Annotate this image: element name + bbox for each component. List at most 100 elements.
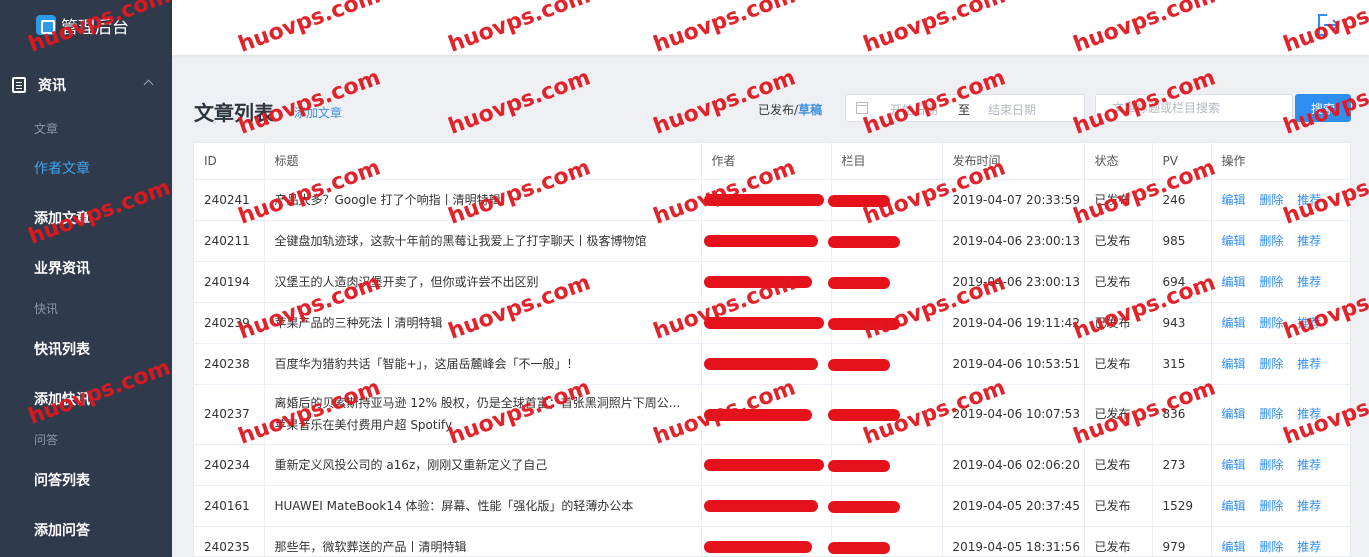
cell-publish-time: 2019-04-07 20:33:59 (942, 179, 1085, 221)
date-range-picker[interactable]: 开始日期 至 结束日期 (845, 94, 1085, 122)
cell-publish-time: 2019-04-06 10:07:53 (942, 384, 1085, 445)
delete-button[interactable]: 删除 (1259, 458, 1283, 472)
header-title: 标题 (264, 143, 702, 180)
sidebar-item-flash-list[interactable]: 快讯列表 (34, 339, 90, 359)
brand-logo[interactable]: 管理后台 (36, 12, 129, 38)
recommend-button[interactable]: 推荐 (1297, 357, 1321, 371)
recommend-button[interactable]: 推荐 (1297, 234, 1321, 248)
cell-id: 240211 (194, 220, 265, 262)
cell-column-redacted (827, 526, 943, 556)
header-column: 栏目 (831, 143, 943, 180)
cell-status: 已发布 (1084, 302, 1153, 344)
cell-title[interactable]: 重新定义风投公司的 a16z，刚刚又重新定义了自己 (264, 444, 702, 486)
delete-button[interactable]: 删除 (1259, 234, 1283, 248)
cell-status: 已发布 (1084, 526, 1153, 556)
table-row[interactable]: 240235 那些年，微软葬送的产品丨清明特辑 2019-04-05 18:31… (194, 526, 1350, 556)
recommend-button[interactable]: 推荐 (1297, 275, 1321, 289)
cell-author-redacted (701, 302, 832, 344)
recommend-button[interactable]: 推荐 (1297, 193, 1321, 207)
sidebar-item-add-article[interactable]: 添加文章 (34, 208, 90, 228)
table-row[interactable]: 240237 离婚后的贝索斯持亚马逊 12% 股权，仍是全球首富；首张黑洞照片下… (194, 384, 1350, 445)
cell-pv: 985 (1152, 220, 1212, 262)
cell-column-redacted (827, 220, 943, 262)
nav-section-articles: 文章 (34, 122, 59, 136)
date-end-placeholder[interactable]: 结束日期 (988, 101, 1036, 118)
filter-published[interactable]: 已发布 (758, 103, 794, 117)
cell-title[interactable]: 苹果产品的三种死法丨清明特辑 (264, 302, 702, 344)
edit-button[interactable]: 编辑 (1222, 234, 1246, 248)
table-row[interactable]: 240239 苹果产品的三种死法丨清明特辑 2019-04-06 19:11:4… (194, 302, 1350, 344)
filter-draft[interactable]: 草稿 (798, 103, 822, 117)
cell-author-redacted (701, 444, 832, 486)
recommend-button[interactable]: 推荐 (1297, 458, 1321, 472)
cell-id: 240238 (194, 343, 265, 385)
recommend-button[interactable]: 推荐 (1297, 540, 1321, 554)
cell-publish-time: 2019-04-06 23:00:13 (942, 261, 1085, 303)
cell-pv: 1529 (1152, 485, 1212, 527)
cell-status: 已发布 (1084, 179, 1153, 221)
delete-button[interactable]: 删除 (1259, 275, 1283, 289)
sidebar-item-author-articles[interactable]: 作者文章 (34, 158, 90, 178)
recommend-button[interactable]: 推荐 (1297, 499, 1321, 513)
edit-button[interactable]: 编辑 (1222, 499, 1246, 513)
cell-title[interactable]: 产品太多？Google 打了个响指丨清明特辑 (264, 179, 702, 221)
cell-title[interactable]: 百度华为猎豹共话「智能+」，这届岳麓峰会「不一般」！ (264, 343, 702, 385)
cell-author-redacted (701, 526, 832, 556)
search-input[interactable] (1095, 94, 1293, 122)
cell-column-redacted (827, 179, 943, 221)
nav-group-news[interactable]: 资讯 (12, 74, 160, 96)
cell-title[interactable]: 离婚后的贝索斯持亚马逊 12% 股权，仍是全球首富；首张黑洞照片下周公... 苹… (264, 384, 702, 445)
sidebar-item-qa-list[interactable]: 问答列表 (34, 470, 90, 490)
delete-button[interactable]: 删除 (1259, 193, 1283, 207)
header-actions: 操作 (1211, 143, 1350, 180)
edit-button[interactable]: 编辑 (1222, 193, 1246, 207)
delete-button[interactable]: 删除 (1259, 540, 1283, 554)
cell-actions: 编辑 删除 推荐 (1211, 220, 1350, 262)
redaction-mark (703, 357, 818, 370)
cell-id: 240234 (194, 444, 265, 486)
edit-button[interactable]: 编辑 (1222, 357, 1246, 371)
table-row[interactable]: 240238 百度华为猎豹共话「智能+」，这届岳麓峰会「不一般」！ 2019-0… (194, 343, 1350, 385)
date-start-placeholder[interactable]: 开始日期 (890, 101, 938, 118)
sidebar-item-add-qa[interactable]: 添加问答 (34, 520, 90, 540)
cell-title[interactable]: 全键盘加轨迹球，这款十年前的黑莓让我爱上了打字聊天丨极客博物馆 (264, 220, 702, 262)
table-row[interactable]: 240211 全键盘加轨迹球，这款十年前的黑莓让我爱上了打字聊天丨极客博物馆 2… (194, 220, 1350, 262)
cell-actions: 编辑 删除 推荐 (1211, 261, 1350, 303)
cell-id: 240194 (194, 261, 265, 303)
delete-button[interactable]: 删除 (1259, 407, 1283, 421)
delete-button[interactable]: 删除 (1259, 357, 1283, 371)
recommend-button[interactable]: 推荐 (1297, 316, 1321, 330)
logout-icon[interactable] (1315, 12, 1341, 38)
delete-button[interactable]: 删除 (1259, 499, 1283, 513)
redaction-mark (827, 317, 900, 330)
cell-title[interactable]: 那些年，微软葬送的产品丨清明特辑 (264, 526, 702, 556)
edit-button[interactable]: 编辑 (1222, 540, 1246, 554)
edit-button[interactable]: 编辑 (1222, 316, 1246, 330)
article-table: ID 标题 作者 栏目 发布时间 状态 PV 操作 240241 产品太多？Go… (193, 142, 1351, 557)
search-button[interactable]: 搜索 (1295, 94, 1351, 122)
table-row[interactable]: 240234 重新定义风投公司的 a16z，刚刚又重新定义了自己 2019-04… (194, 444, 1350, 486)
edit-button[interactable]: 编辑 (1222, 275, 1246, 289)
table-row[interactable]: 240161 HUAWEI MateBook14 体验：屏幕、性能「强化版」的轻… (194, 485, 1350, 527)
cell-publish-time: 2019-04-05 20:37:45 (942, 485, 1085, 527)
redaction-mark (827, 459, 890, 472)
sidebar-item-add-flash[interactable]: 添加快讯 (34, 389, 90, 409)
table-row[interactable]: 240194 汉堡王的人造肉汉堡开卖了，但你或许尝不出区别 2019-04-06… (194, 261, 1350, 303)
recommend-button[interactable]: 推荐 (1297, 407, 1321, 421)
table-row[interactable]: 240241 产品太多？Google 打了个响指丨清明特辑 2019-04-07… (194, 179, 1350, 221)
cell-pv: 979 (1152, 526, 1212, 556)
cell-title[interactable]: HUAWEI MateBook14 体验：屏幕、性能「强化版」的轻薄办公本 (264, 485, 702, 527)
delete-button[interactable]: 删除 (1259, 316, 1283, 330)
cell-id: 240161 (194, 485, 265, 527)
edit-button[interactable]: 编辑 (1222, 407, 1246, 421)
redaction-mark (703, 316, 824, 329)
cell-status: 已发布 (1084, 343, 1153, 385)
cell-actions: 编辑 删除 推荐 (1211, 485, 1350, 527)
add-article-link[interactable]: 添加文章 (294, 104, 342, 121)
sidebar-item-industry-news[interactable]: 业界资讯 (34, 258, 90, 278)
page-title: 文章列表 (194, 101, 274, 125)
edit-button[interactable]: 编辑 (1222, 458, 1246, 472)
title-line-2[interactable]: 苹果音乐在美付费用户超 Spotify (275, 414, 689, 436)
title-line-1[interactable]: 离婚后的贝索斯持亚马逊 12% 股权，仍是全球首富；首张黑洞照片下周公... (275, 392, 689, 414)
cell-title[interactable]: 汉堡王的人造肉汉堡开卖了，但你或许尝不出区别 (264, 261, 702, 303)
